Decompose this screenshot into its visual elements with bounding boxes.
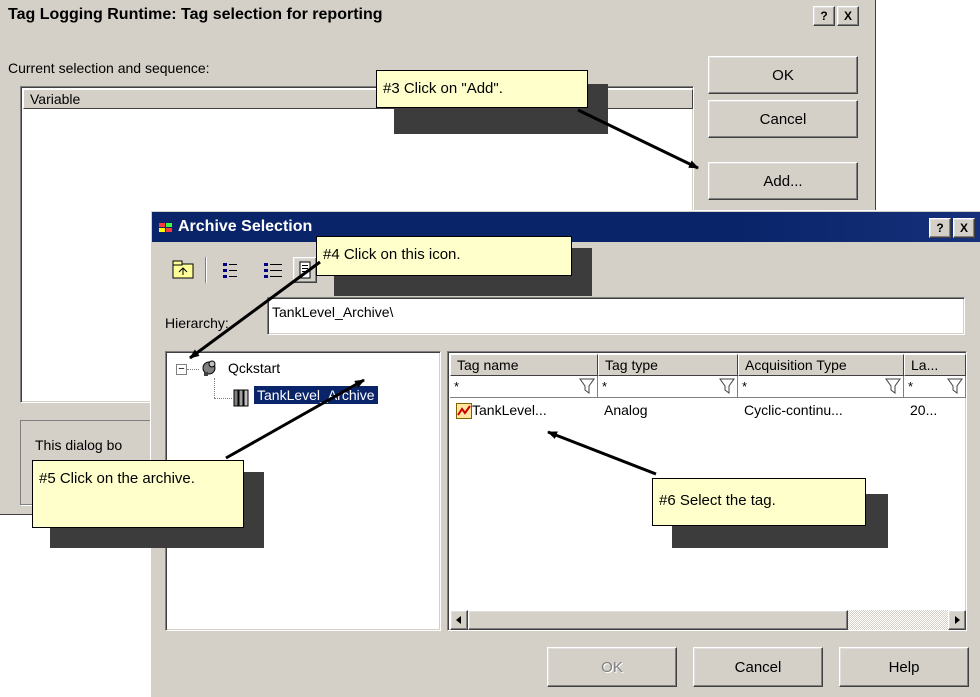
hierarchy-label: Hierarchy:: [165, 315, 229, 331]
list-view-icon[interactable]: [219, 259, 243, 281]
filter-value: *: [454, 379, 460, 394]
hierarchy-value: TankLevel_Archive\: [272, 304, 394, 320]
archive-icon: [232, 388, 250, 408]
filter-acquisition-type[interactable]: *: [738, 376, 904, 397]
scroll-thumb[interactable]: [468, 610, 848, 630]
filter-last[interactable]: *: [904, 376, 966, 397]
archive-help-button-bottom[interactable]: Help: [839, 647, 969, 687]
app-icon: [159, 221, 173, 233]
filter-funnel-icon[interactable]: [885, 378, 901, 394]
properties-view-icon[interactable]: [293, 257, 317, 283]
variable-header-label: Variable: [30, 91, 81, 107]
analog-tag-icon: [456, 403, 472, 419]
tree-item-tanklevel-archive[interactable]: TankLevel_Archive: [254, 386, 378, 404]
callout-6: #6 Select the tag.: [652, 478, 866, 526]
column-header-acquisition-type[interactable]: Acquisition Type: [738, 354, 904, 376]
dialog-title: Tag Logging Runtime: Tag selection for r…: [8, 6, 383, 23]
cell-tag-name: TankLevel...: [472, 402, 547, 418]
filter-value: *: [742, 379, 748, 394]
tree-item-qckstart[interactable]: Qckstart: [228, 360, 280, 376]
callout-3: #3 Click on "Add".: [376, 70, 588, 108]
tree-expand-toggle[interactable]: −: [176, 364, 187, 375]
archive-help-button[interactable]: ?: [929, 218, 951, 238]
column-header-tag-name[interactable]: Tag name: [450, 354, 598, 376]
scroll-left-button[interactable]: [450, 610, 468, 630]
archive-cancel-button[interactable]: Cancel: [693, 647, 823, 687]
table-row[interactable]: TankLevel... Analog Cyclic-continu... 20…: [450, 400, 966, 422]
header-label: Tag type: [605, 357, 658, 373]
tree-connector-vertical: [214, 378, 215, 398]
cancel-button[interactable]: Cancel: [708, 100, 858, 138]
header-label: La...: [911, 357, 939, 373]
cell-tag-type: Analog: [604, 402, 648, 418]
filter-tag-name[interactable]: *: [450, 376, 598, 397]
column-header-tag-type[interactable]: Tag type: [598, 354, 738, 376]
hierarchy-field[interactable]: TankLevel_Archive\: [267, 297, 965, 335]
filter-value: *: [602, 379, 608, 394]
scroll-right-button[interactable]: [948, 610, 966, 630]
add-button[interactable]: Add...: [708, 162, 858, 200]
archive-server-icon: [200, 358, 220, 378]
header-label: Tag name: [457, 357, 519, 373]
current-selection-label: Current selection and sequence:: [8, 60, 210, 76]
column-header-last[interactable]: La...: [904, 354, 966, 376]
filter-value: *: [908, 379, 914, 394]
callout-5: #5 Click on the archive.: [32, 460, 244, 528]
filter-funnel-icon[interactable]: [579, 378, 595, 394]
tree-connector: [187, 369, 199, 370]
archive-title: Archive Selection: [178, 218, 313, 235]
filter-tag-type[interactable]: *: [598, 376, 738, 397]
close-button[interactable]: X: [837, 6, 859, 26]
archive-close-button[interactable]: X: [953, 218, 975, 238]
callout-4: #4 Click on this icon.: [316, 236, 572, 276]
info-text: This dialog bo: [35, 437, 123, 453]
details-view-icon[interactable]: [261, 259, 285, 281]
filter-funnel-icon[interactable]: [719, 378, 735, 394]
ok-button[interactable]: OK: [708, 56, 858, 94]
tree-connector-branch: [214, 398, 232, 399]
cell-acquisition-type: Cyclic-continu...: [744, 402, 843, 418]
filter-row: * * * *: [450, 376, 966, 398]
help-button[interactable]: ?: [813, 6, 835, 26]
archive-ok-button[interactable]: OK: [547, 647, 677, 687]
toolbar-separator: [205, 257, 207, 283]
header-label: Acquisition Type: [745, 357, 847, 373]
cell-last: 20...: [910, 402, 938, 418]
horizontal-scrollbar[interactable]: [450, 610, 966, 630]
folder-up-icon[interactable]: [171, 259, 195, 281]
filter-funnel-icon[interactable]: [947, 378, 963, 394]
